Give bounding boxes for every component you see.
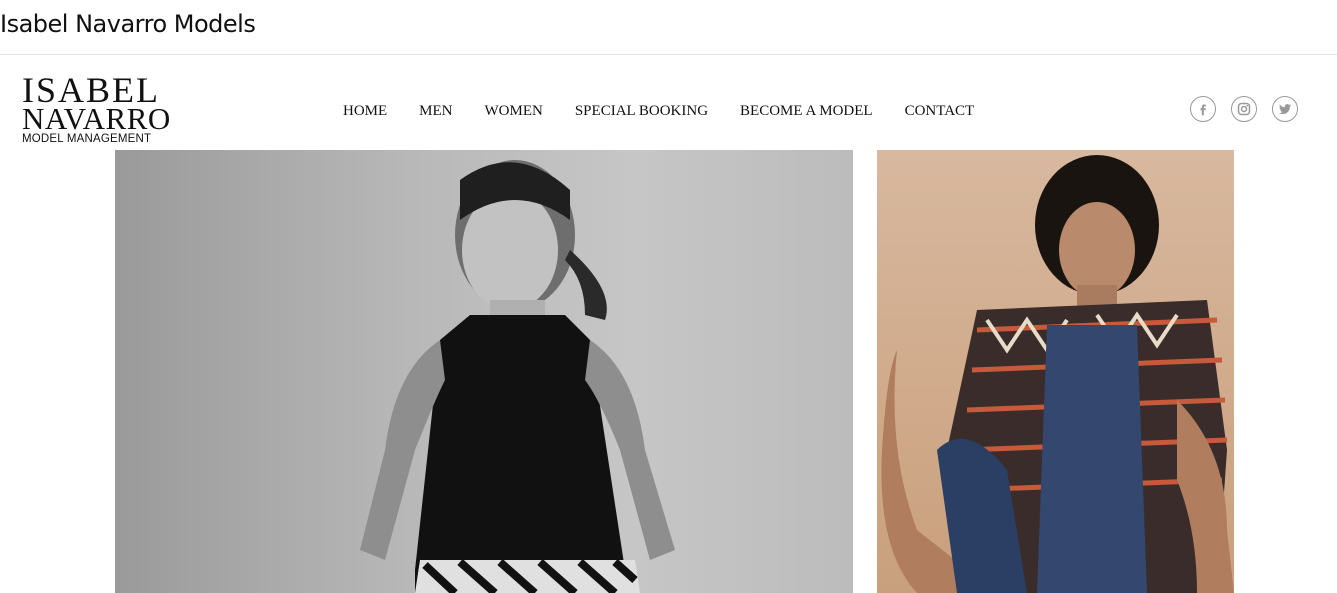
- photo-man-portrait[interactable]: [877, 150, 1234, 593]
- logo-line-navarro: NAVARRO: [22, 101, 171, 136]
- nav-home[interactable]: HOME: [343, 100, 387, 122]
- twitter-icon[interactable]: [1272, 96, 1298, 122]
- nav-special-booking[interactable]: SPECIAL BOOKING: [575, 100, 708, 122]
- photo-woman-portrait[interactable]: [115, 150, 853, 593]
- social-links: [1190, 96, 1313, 122]
- page-title: Isabel Navarro Models: [0, 10, 256, 38]
- facebook-icon[interactable]: [1190, 96, 1216, 122]
- nav-contact[interactable]: CONTACT: [905, 100, 975, 122]
- header-divider: [0, 54, 1337, 55]
- nav-women[interactable]: WOMEN: [485, 100, 543, 122]
- main-nav: HOME MEN WOMEN SPECIAL BOOKING BECOME A …: [343, 100, 1006, 122]
- nav-become-a-model[interactable]: BECOME A MODEL: [740, 100, 873, 122]
- instagram-icon[interactable]: [1231, 96, 1257, 122]
- nav-men[interactable]: MEN: [419, 100, 452, 122]
- site-logo[interactable]: ISABEL NAVARRO MODEL MANAGEMENT: [22, 72, 182, 145]
